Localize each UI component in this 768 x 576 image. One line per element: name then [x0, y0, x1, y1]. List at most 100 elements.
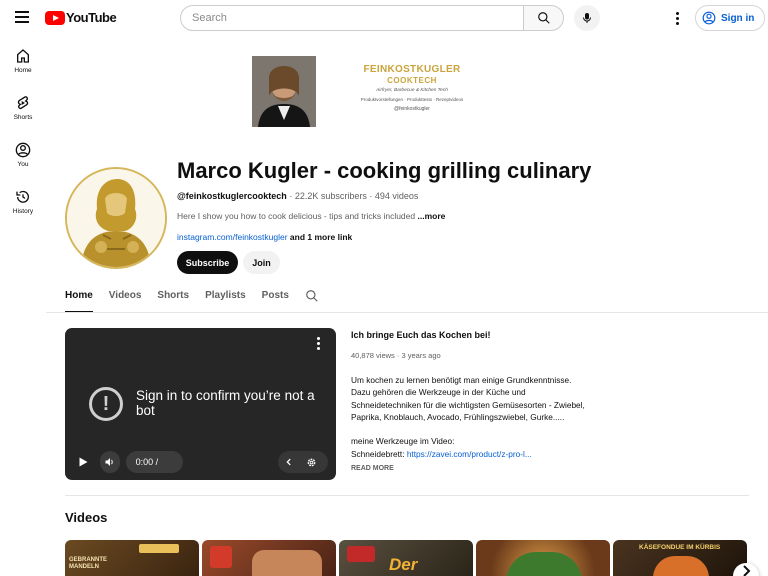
channel-meta: @feinkostkuglercooktech · 22.2K subscrib…: [177, 191, 418, 201]
tab-videos[interactable]: Videos: [109, 287, 142, 313]
featured-video-title[interactable]: Ich bringe Euch das Kochen bei!: [351, 330, 491, 340]
settings-menu-button[interactable]: [668, 8, 686, 28]
channel-description[interactable]: Here I show you how to cook delicious - …: [177, 211, 445, 221]
chevron-right-icon: [743, 565, 751, 576]
featured-video-meta: 40,878 views · 3 years ago: [351, 351, 441, 360]
description-line: [351, 423, 621, 435]
tab-home[interactable]: Home: [65, 287, 93, 313]
banner-topics: Produktvorstellungen · Produkttests · Re…: [360, 97, 464, 102]
thumbnail-caption: Der: [389, 555, 418, 574]
volume-button[interactable]: [100, 451, 120, 473]
view-count: 40,878 views: [351, 351, 395, 360]
description-line: Paprika, Knoblauch, Avocado, Frühlingszw…: [351, 411, 565, 422]
tool-label: Schneidebrett:: [351, 448, 407, 459]
banner-photo: [252, 56, 316, 127]
videos-shelf-title: Videos: [65, 510, 108, 525]
tab-posts[interactable]: Posts: [262, 287, 289, 313]
chevron-left-button[interactable]: [278, 451, 300, 473]
player-more-button[interactable]: [317, 337, 320, 350]
sidebar-item-you[interactable]: You: [0, 138, 46, 185]
description-line: Dazu gehören die Werkzeuge in der Küche …: [351, 387, 526, 398]
subscribe-button[interactable]: Subscribe: [177, 251, 238, 274]
description-line: Um kochen zu lernen benötigt man einige …: [351, 375, 572, 385]
sign-in-button[interactable]: Sign in: [695, 5, 766, 31]
youtube-logo-icon: [45, 10, 65, 25]
section-divider: [65, 495, 749, 496]
volume-icon: [105, 458, 113, 466]
time-display: 0:00 / 0:00: [125, 451, 183, 480]
instagram-link[interactable]: instagram.com/feinkostkugler: [177, 232, 288, 242]
player-settings-button[interactable]: [300, 451, 322, 473]
thumbnail-logo: [347, 546, 375, 562]
channel-title: Marco Kugler - cooking grilling culinary: [177, 158, 592, 183]
tool-link[interactable]: https://zavei.com/product/z-pro-l...: [407, 449, 532, 459]
sidebar-item-label: You: [17, 161, 29, 168]
description-more-link[interactable]: ...more: [418, 211, 446, 221]
logo-text: YouTube: [66, 10, 117, 25]
thumbnail-caption: KÄSEFONDUE IM KÜRBIS: [639, 544, 721, 551]
player-left-controls: 0:00 / 0:00: [73, 451, 183, 480]
more-links[interactable]: and 1 more link: [290, 232, 352, 242]
description-line: Schneidebrett: https://zavei.com/product…: [351, 448, 621, 460]
search-icon: [306, 290, 318, 302]
channel-links: instagram.com/feinkostkugler and 1 more …: [177, 232, 352, 242]
history-icon: [16, 190, 29, 203]
thumbnail-food: [653, 556, 709, 576]
voice-search-button[interactable]: [574, 5, 600, 31]
youtube-logo[interactable]: YouTube: [45, 10, 117, 25]
video-player[interactable]: ! Sign in to confirm you’re not a bot 0:…: [65, 328, 336, 480]
shorts-icon: [17, 96, 29, 110]
search-icon: [537, 12, 550, 24]
tab-playlists[interactable]: Playlists: [205, 287, 246, 313]
video-thumbnail[interactable]: [202, 540, 336, 576]
banner-subtitle: COOKTECH: [387, 76, 437, 85]
video-thumbnail[interactable]: GEBRANNTE MANDELN: [65, 540, 199, 576]
shelf-next-button[interactable]: [733, 563, 759, 576]
description-line: Schneidetechniken für die wichtigsten Ge…: [351, 399, 585, 410]
thumbnail-caption: GEBRANNTE MANDELN: [69, 557, 108, 570]
tab-shorts[interactable]: Shorts: [157, 287, 189, 313]
description-line: meine Werkzeuge im Video:: [351, 436, 455, 447]
video-thumbnail[interactable]: KÄSEFONDUE IM KÜRBIS: [613, 540, 747, 576]
banner-handle: @feinkostkugler: [394, 106, 430, 112]
sidebar-item-label: History: [12, 208, 34, 215]
sidebar-item-home[interactable]: Home: [0, 44, 46, 91]
subscriber-count: 22.2K subscribers: [294, 191, 367, 201]
join-button[interactable]: Join: [243, 251, 280, 274]
play-icon: [79, 457, 88, 467]
player-message: Sign in to confirm you’re not a bot: [136, 388, 315, 418]
alert-icon: !: [89, 387, 123, 421]
chevron-left-icon: [286, 458, 291, 466]
tabs-divider: [46, 312, 768, 313]
banner-title: FEINKOSTKUGLER: [363, 64, 461, 75]
video-thumbnail[interactable]: [476, 540, 610, 576]
read-more-link[interactable]: READ MORE: [351, 465, 394, 472]
search-button[interactable]: [523, 5, 564, 31]
channel-handle: @feinkostkuglercooktech: [177, 191, 287, 201]
menu-icon[interactable]: [15, 11, 29, 23]
channel-search-button[interactable]: [305, 287, 319, 308]
play-button[interactable]: [73, 451, 92, 473]
account-icon: [702, 11, 716, 25]
banner-tagline: Airfryer, Barbecue & Kitchen Tech: [376, 88, 448, 93]
channel-banner: FEINKOSTKUGLER COOKTECH Airfryer, Barbec…: [252, 56, 516, 127]
thumbnail-sign: [139, 544, 179, 553]
search-input[interactable]: [180, 5, 524, 31]
thumbnail-food: [506, 552, 582, 576]
description-text: Here I show you how to cook delicious - …: [177, 211, 416, 221]
banner-text: FEINKOSTKUGLER COOKTECH Airfryer, Barbec…: [352, 64, 472, 112]
home-icon: [17, 49, 29, 63]
video-thumbnail[interactable]: Der: [339, 540, 473, 576]
thumbnail-food: [252, 550, 322, 576]
sign-in-label: Sign in: [721, 12, 755, 24]
left-rail: Home Shorts You History: [0, 44, 46, 232]
microphone-icon: [583, 13, 591, 23]
channel-avatar: [65, 167, 167, 269]
sidebar-item-history[interactable]: History: [0, 185, 46, 232]
player-right-controls: [278, 451, 328, 473]
sidebar-item-label: Home: [14, 67, 32, 74]
top-bar: YouTube Sign in: [0, 0, 768, 36]
channel-tabs: Home Videos Shorts Playlists Posts: [65, 287, 319, 313]
thumbnail-badge: [210, 546, 232, 568]
sidebar-item-shorts[interactable]: Shorts: [0, 91, 46, 138]
